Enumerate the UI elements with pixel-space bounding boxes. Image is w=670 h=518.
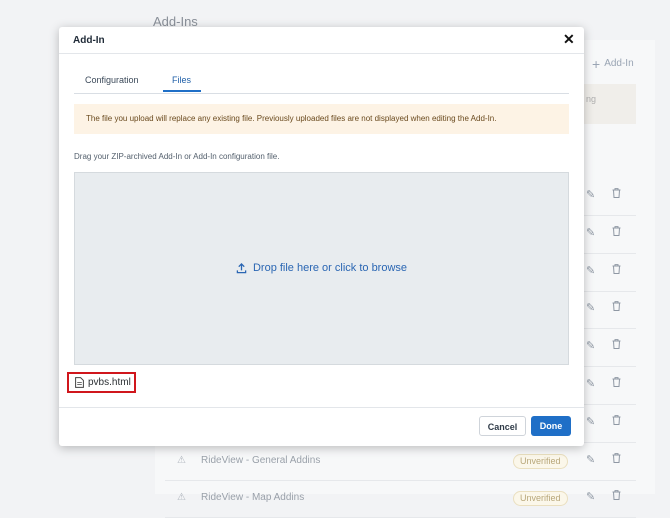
trash-icon[interactable] bbox=[612, 452, 621, 463]
edit-icon[interactable]: ✎ bbox=[586, 490, 595, 503]
edit-icon[interactable]: ✎ bbox=[586, 377, 595, 390]
trash-icon[interactable] bbox=[612, 188, 621, 198]
edit-icon[interactable]: ✎ bbox=[586, 339, 595, 352]
upload-icon bbox=[236, 262, 247, 273]
warning-icon: ⚠ bbox=[177, 492, 186, 504]
edit-icon[interactable]: ✎ bbox=[586, 188, 595, 201]
tab-files[interactable]: Files bbox=[172, 75, 191, 85]
tab-configuration[interactable]: Configuration bbox=[85, 75, 139, 85]
trash-icon[interactable] bbox=[612, 225, 621, 236]
trash-icon[interactable] bbox=[612, 377, 621, 387]
close-icon[interactable]: ✕ bbox=[563, 32, 575, 46]
edit-icon[interactable]: ✎ bbox=[586, 301, 595, 314]
dialog-tabs: Configuration Files bbox=[74, 70, 569, 94]
status-badge: Unverified bbox=[513, 453, 568, 469]
edit-icon[interactable]: ✎ bbox=[586, 415, 595, 428]
notice-text: The file you upload will replace any exi… bbox=[86, 114, 497, 123]
file-dropzone[interactable]: Drop file here or click to browse bbox=[74, 172, 569, 365]
dialog-title: Add-In bbox=[73, 35, 105, 46]
drag-instructions: Drag your ZIP-archived Add-In or Add-In … bbox=[74, 152, 280, 161]
table-row: ⚠ RideView - General Addins Unverified ✎ bbox=[165, 443, 636, 481]
trash-icon[interactable] bbox=[612, 414, 621, 425]
dropzone-text: Drop file here or click to browse bbox=[252, 262, 408, 274]
addin-dialog: Add-In ✕ Configuration Files The file yo… bbox=[59, 27, 584, 446]
uploaded-file[interactable]: pvbs.html bbox=[67, 372, 136, 393]
file-name: pvbs.html bbox=[88, 377, 131, 388]
replace-file-notice: The file you upload will replace any exi… bbox=[74, 104, 569, 134]
addin-name: RideView - General Addins bbox=[201, 454, 321, 466]
add-addin-label: Add-In bbox=[604, 58, 634, 69]
trash-icon[interactable] bbox=[612, 339, 621, 350]
edit-icon[interactable]: ✎ bbox=[586, 453, 595, 466]
background-notice-text: ng bbox=[586, 94, 597, 104]
header-divider bbox=[59, 53, 584, 54]
add-addin-button[interactable]: + Add-In bbox=[592, 55, 634, 72]
cancel-button[interactable]: Cancel bbox=[479, 416, 526, 436]
dropzone-prompt: Drop file here or click to browse bbox=[75, 262, 568, 274]
footer-divider bbox=[59, 407, 584, 408]
trash-icon[interactable] bbox=[612, 263, 621, 274]
trash-icon[interactable] bbox=[612, 301, 621, 312]
edit-icon[interactable]: ✎ bbox=[586, 226, 595, 239]
addin-name: RideView - Map Addins bbox=[201, 492, 305, 504]
dialog-header: Add-In ✕ bbox=[59, 27, 584, 53]
edit-icon[interactable]: ✎ bbox=[586, 264, 595, 277]
table-row: ⚠ RideView - Map Addins Unverified ✎ bbox=[165, 480, 636, 518]
active-tab-indicator bbox=[163, 90, 201, 92]
trash-icon[interactable] bbox=[612, 490, 621, 501]
file-icon bbox=[75, 377, 84, 388]
warning-icon: ⚠ bbox=[177, 454, 186, 466]
done-button[interactable]: Done bbox=[531, 416, 571, 436]
plus-icon: + bbox=[592, 55, 601, 72]
